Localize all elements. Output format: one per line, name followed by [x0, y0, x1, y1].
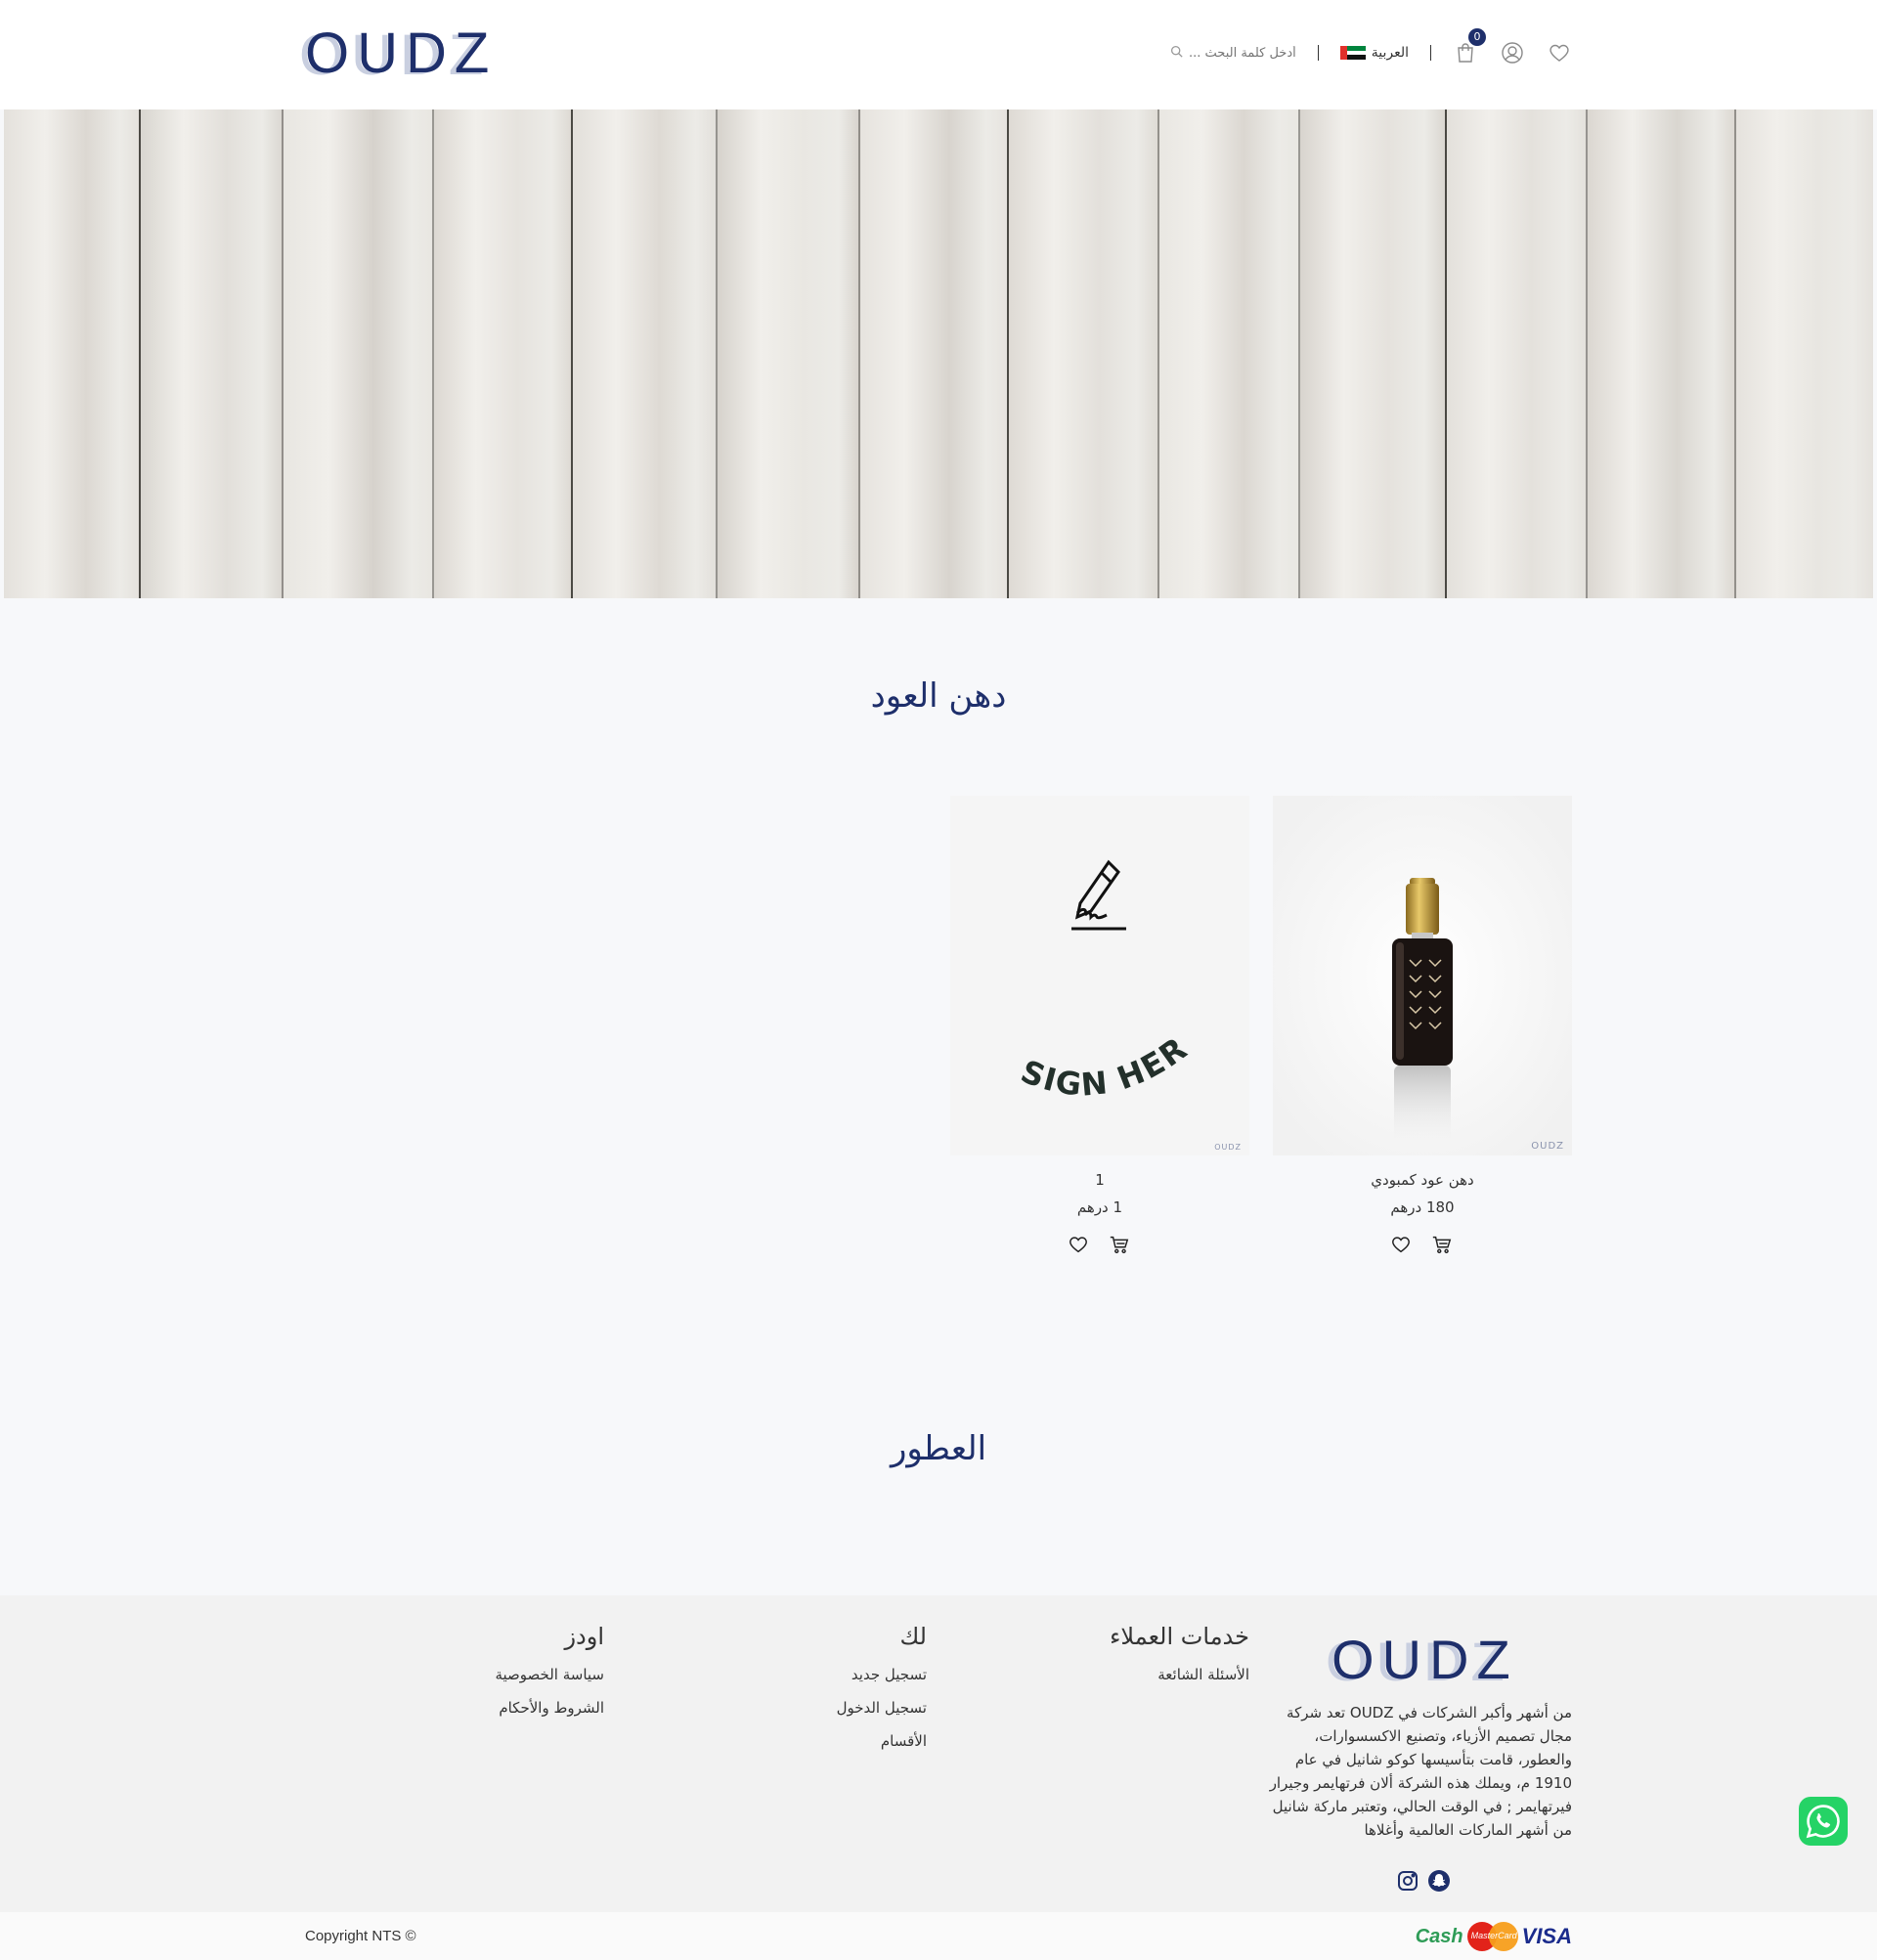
wood-plank: [1159, 109, 1300, 598]
add-to-wishlist-button[interactable]: [1068, 1234, 1091, 1257]
footer-heading: اودز: [564, 1623, 604, 1650]
wood-plank: [1300, 109, 1447, 598]
heart-icon: [1069, 1237, 1087, 1253]
wood-plank: [1588, 109, 1736, 598]
footer-link-faq[interactable]: الأسئلة الشائعة: [1110, 1658, 1249, 1691]
user-icon: [1502, 42, 1523, 64]
search-input[interactable]: [1188, 45, 1296, 61]
add-to-cart-button[interactable]: [1109, 1234, 1132, 1257]
wood-plank: [4, 109, 141, 598]
wood-plank: [1736, 109, 1873, 598]
visa-logo: VISA: [1521, 1924, 1572, 1948]
add-to-cart-button[interactable]: [1431, 1234, 1455, 1257]
mastercard-logo: MasterCard: [1466, 1922, 1518, 1951]
wood-plank: [718, 109, 860, 598]
language-switcher[interactable]: العربية: [1339, 45, 1409, 61]
site-footer: OUDZ OUDZ من أشهر وأكبر الشركات في OUDZ …: [0, 1595, 1877, 1912]
product-price: 1 درهم: [1076, 1198, 1123, 1216]
account-button[interactable]: [1500, 40, 1525, 65]
heart-icon: [1550, 44, 1569, 62]
divider: [1317, 45, 1319, 61]
divider: [1430, 45, 1431, 61]
bottom-bar: Copyright NTS © Cash MasterCard VISA: [0, 1912, 1877, 1960]
product-price: 180 درهم: [1390, 1198, 1455, 1216]
about-text: من أشهر وأكبر الشركات في OUDZ تعد شركة م…: [1269, 1704, 1572, 1839]
social-links: [1396, 1869, 1451, 1893]
copyright: Copyright NTS ©: [305, 1928, 416, 1944]
whatsapp-icon: [1806, 1805, 1840, 1839]
section-title-perfumes: العطور: [890, 1429, 987, 1468]
payment-methods: Cash MasterCard VISA: [1416, 1922, 1572, 1951]
section-title-oud-oil: دهن العود: [870, 676, 1007, 716]
search-box: [1170, 45, 1296, 62]
wood-plank: [434, 109, 573, 598]
watermark: OUDZ: [1531, 1141, 1564, 1152]
snapchat-icon[interactable]: [1427, 1869, 1451, 1893]
uae-flag-icon: [1339, 46, 1366, 61]
heart-icon: [1392, 1237, 1410, 1253]
wood-plank: [573, 109, 718, 598]
brand-logo[interactable]: OUDZ OUDZ: [299, 25, 497, 84]
product-card[interactable]: SIGN HERE OUDZ 1 1 درهم: [950, 796, 1249, 1257]
product-image[interactable]: OUDZ: [1273, 796, 1572, 1155]
whatsapp-chat-button[interactable]: [1799, 1797, 1848, 1846]
footer-column-customer-service: خدمات العملاء الأسئلة الشائعة: [1110, 1623, 1249, 1691]
cash-logo: Cash: [1415, 1925, 1463, 1947]
wood-plank: [1009, 109, 1159, 598]
footer-logo[interactable]: OUDZ OUDZ: [1326, 1633, 1518, 1689]
product-image[interactable]: SIGN HERE OUDZ: [950, 796, 1249, 1155]
footer-link-register[interactable]: تسجيل جديد: [837, 1658, 927, 1691]
watermark: OUDZ: [1214, 1143, 1242, 1152]
header-tools: العربية 0: [1170, 28, 1572, 70]
wood-plank: [141, 109, 284, 598]
footer-column-oudz: اودز سياسة الخصوصية الشروط والأحكام: [495, 1623, 604, 1724]
footer-column-for-you: لك تسجيل جديد تسجيل الدخول الأقسام: [837, 1623, 927, 1758]
footer-link-terms[interactable]: الشروط والأحكام: [495, 1691, 604, 1724]
oud-oil-bottle-image: [1273, 796, 1572, 1155]
footer-heading: خدمات العملاء: [1110, 1623, 1249, 1650]
product-name[interactable]: دهن عود كمبودي: [1273, 1171, 1572, 1193]
add-to-wishlist-button[interactable]: [1390, 1234, 1414, 1257]
cart-icon: [1432, 1236, 1452, 1254]
instagram-icon[interactable]: [1396, 1869, 1419, 1893]
cart-icon: [1110, 1236, 1129, 1254]
footer-link-categories[interactable]: الأقسام: [837, 1724, 927, 1758]
cart-button[interactable]: 0: [1453, 28, 1486, 65]
footer-link-login[interactable]: تسجيل الدخول: [837, 1691, 927, 1724]
site-header: OUDZ OUDZ العربية 0: [0, 0, 1877, 109]
svg-text:SIGN HERE: SIGN HERE: [950, 796, 1195, 1104]
hero-banner: [4, 109, 1873, 598]
cart-count-badge: 0: [1468, 28, 1486, 46]
wishlist-button[interactable]: [1547, 40, 1572, 65]
language-label: العربية: [1371, 45, 1409, 61]
search-icon[interactable]: [1170, 45, 1183, 62]
wood-plank: [860, 109, 1009, 598]
footer-heading: لك: [899, 1623, 927, 1650]
product-card[interactable]: OUDZ دهن عود كمبودي 180 درهم: [1273, 796, 1572, 1257]
sign-here-text: SIGN HERE: [950, 796, 1193, 1104]
wood-plank: [1447, 109, 1588, 598]
product-name[interactable]: 1: [950, 1171, 1249, 1193]
footer-link-privacy[interactable]: سياسة الخصوصية: [495, 1658, 604, 1691]
wood-plank: [284, 109, 434, 598]
